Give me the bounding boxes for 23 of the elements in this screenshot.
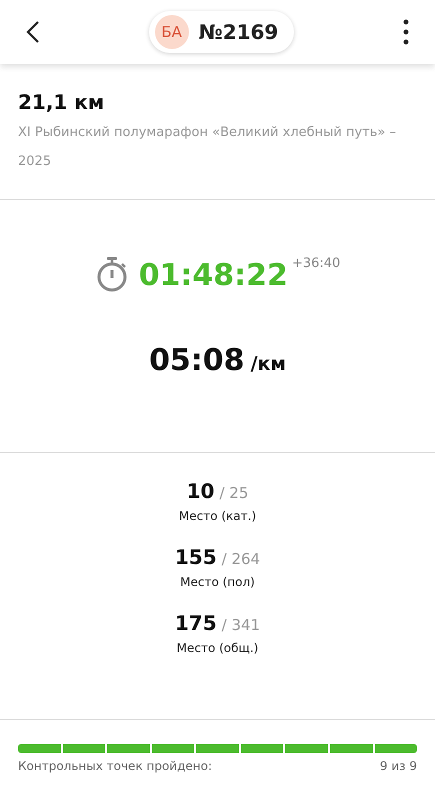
race-name: XI Рыбинский полумарафон «Великий хлебный путь» – 2025 (18, 124, 398, 171)
time-gap: +36:40 (292, 256, 340, 271)
checkpoints-count: 9 из 9 (380, 759, 417, 773)
place-total: / 341 (222, 616, 260, 634)
pace-unit: /км (250, 353, 286, 375)
bib-chip[interactable]: БА №2169 (148, 11, 294, 53)
place-total: / 264 (222, 550, 260, 568)
place-number: 10 (186, 479, 214, 503)
menu-icon (402, 19, 409, 45)
back-icon (26, 20, 40, 44)
place-label: Место (кат.) (178, 509, 256, 523)
stopwatch-icon (94, 256, 129, 292)
place-number: 175 (174, 611, 217, 635)
checkpoints-label: Контрольных точек пройдено: (18, 759, 212, 773)
distance: 21,1 км (18, 90, 106, 114)
place-total: / 25 (219, 484, 248, 502)
avatar-initials: БА (154, 15, 189, 49)
bib-number: №2169 (198, 20, 278, 44)
finish-time: 01:48:22 (138, 258, 288, 293)
pace: 05:08 (149, 343, 245, 378)
place-label: Место (пол) (180, 575, 255, 589)
place-label: Место (общ.) (176, 641, 258, 655)
place-number: 155 (174, 545, 217, 569)
